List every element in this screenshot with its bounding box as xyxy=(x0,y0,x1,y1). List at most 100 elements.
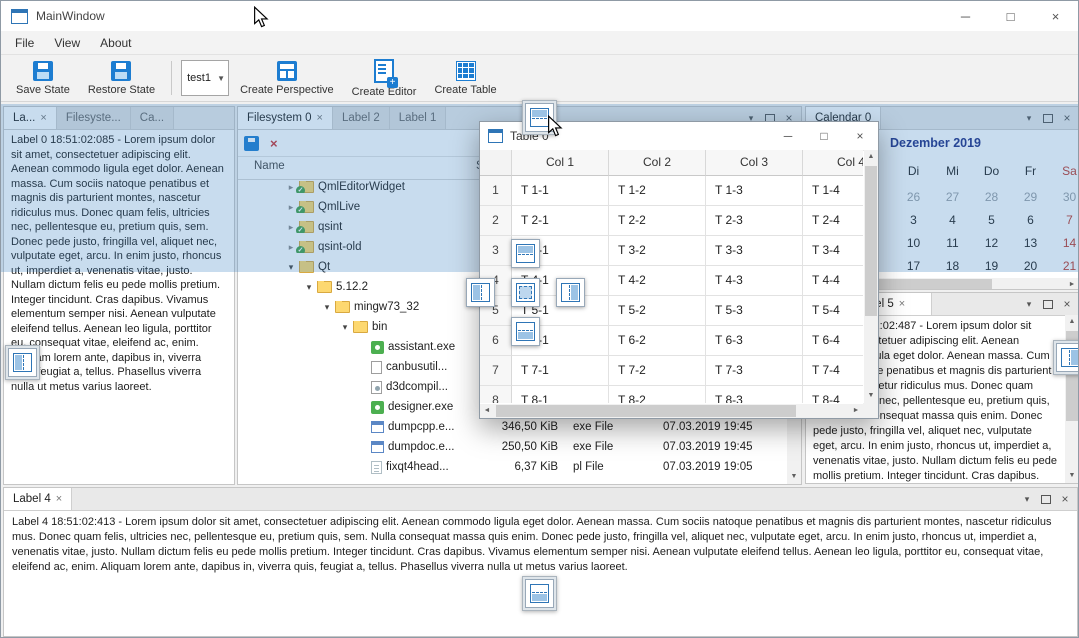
dock-close-icon[interactable]: × xyxy=(1061,297,1073,311)
table-column-header-col-1[interactable]: Col 1 xyxy=(512,150,609,176)
dock-float-icon[interactable] xyxy=(1040,492,1052,506)
drop-indicator-dock-bottom[interactable] xyxy=(511,317,540,346)
menu-file[interactable]: File xyxy=(5,33,44,53)
table-cell[interactable]: T 4-4 xyxy=(803,266,863,296)
drop-indicator-left-edge[interactable] xyxy=(5,345,40,380)
table-cell[interactable]: T 5-2 xyxy=(609,296,706,326)
close-button[interactable]: × xyxy=(1033,1,1078,31)
table-cell[interactable]: T 5-3 xyxy=(706,296,803,326)
tab-label-4[interactable]: Label 4 × xyxy=(4,488,72,510)
file-gray2-icon xyxy=(371,381,382,394)
table-cell[interactable]: T 1-1 xyxy=(512,176,609,206)
drop-indicator-dock-left[interactable] xyxy=(466,278,495,307)
expander-open-icon[interactable]: ▾ xyxy=(302,282,316,293)
table-cell[interactable]: T 2-1 xyxy=(512,206,609,236)
table-cell[interactable]: T 6-3 xyxy=(706,326,803,356)
table-cell[interactable]: T 3-4 xyxy=(803,236,863,266)
table-column-header-col-3[interactable]: Col 3 xyxy=(706,150,803,176)
table-cell[interactable]: T 8-1 xyxy=(512,386,609,403)
scroll-down-icon[interactable]: ▼ xyxy=(787,470,801,484)
scroll-down-icon[interactable]: ▼ xyxy=(1065,469,1079,483)
table-cell[interactable]: T 1-3 xyxy=(706,176,803,206)
scroll-up-icon[interactable]: ▲ xyxy=(1065,315,1079,329)
dock-float-icon[interactable] xyxy=(1042,297,1054,311)
table-column-header-col-2[interactable]: Col 2 xyxy=(609,150,706,176)
table-vscrollbar[interactable]: ▲ ▼ xyxy=(864,150,878,403)
scroll-right-icon[interactable]: ► xyxy=(849,404,863,418)
scroll-thumb[interactable] xyxy=(865,166,877,316)
table-cell[interactable]: T 8-3 xyxy=(706,386,803,403)
create-perspective-button[interactable]: Create Perspective xyxy=(233,59,341,98)
table-cell[interactable]: T 3-2 xyxy=(609,236,706,266)
table-cell[interactable]: T 2-2 xyxy=(609,206,706,236)
tab-close-icon[interactable]: × xyxy=(899,298,905,310)
table-cell[interactable]: T 7-1 xyxy=(512,356,609,386)
table-cell[interactable]: T 2-3 xyxy=(706,206,803,236)
table-cell[interactable]: T 1-4 xyxy=(803,176,863,206)
table-cell[interactable]: T 7-2 xyxy=(609,356,706,386)
table-hscrollbar[interactable]: ◄ ► xyxy=(480,404,863,418)
perspective-combobox[interactable]: test1 ▼ xyxy=(181,60,229,96)
table-row-header[interactable]: 6 xyxy=(480,326,512,356)
dock-menu-icon[interactable]: ▾ xyxy=(1023,297,1035,311)
table-cell[interactable]: T 1-2 xyxy=(609,176,706,206)
drop-indicator-bottom-edge[interactable] xyxy=(522,576,557,611)
toolbar-separator xyxy=(171,61,172,95)
menu-about[interactable]: About xyxy=(90,33,141,53)
table-cell[interactable]: T 4-3 xyxy=(706,266,803,296)
table-header-row: Col 1Col 2Col 3Col 4 xyxy=(480,150,863,176)
expander-open-icon[interactable]: ▾ xyxy=(338,322,352,333)
table-row: 8T 8-1T 8-2T 8-3T 8-4 xyxy=(480,386,863,403)
scroll-up-icon[interactable]: ▲ xyxy=(864,150,878,164)
save-state-button[interactable]: Save State xyxy=(9,59,77,98)
table-row-header[interactable]: 1 xyxy=(480,176,512,206)
create-editor-button[interactable]: Create Editor xyxy=(345,57,424,100)
scroll-right-icon[interactable]: ► xyxy=(1065,278,1079,290)
app-blue-icon xyxy=(371,421,384,433)
table-cell[interactable]: T 4-2 xyxy=(609,266,706,296)
table-cell[interactable]: T 8-4 xyxy=(803,386,863,403)
drop-indicator-dock-top[interactable] xyxy=(511,239,540,268)
minimize-button[interactable]: ─ xyxy=(943,1,988,31)
table-cell[interactable]: T 2-4 xyxy=(803,206,863,236)
folder-icon xyxy=(335,301,350,313)
label4-text: Label 4 18:51:02:413 - Lorem ipsum dolor… xyxy=(4,511,1077,579)
drop-indicator-right-edge[interactable] xyxy=(1053,340,1079,375)
dock-area-label4: Label 4 × ▾ × Label 4 18:51:02:413 - Lor… xyxy=(3,487,1078,637)
table-column-header-col-4[interactable]: Col 4 xyxy=(803,150,863,176)
tab-close-icon[interactable]: × xyxy=(56,493,62,505)
expander-open-icon[interactable]: ▾ xyxy=(320,302,334,313)
table-cell[interactable]: T 7-4 xyxy=(803,356,863,386)
menu-view[interactable]: View xyxy=(44,33,90,53)
table-cell[interactable]: T 3-3 xyxy=(706,236,803,266)
table-cell[interactable]: T 6-2 xyxy=(609,326,706,356)
table-row-header[interactable]: 2 xyxy=(480,206,512,236)
table-cell[interactable]: T 6-4 xyxy=(803,326,863,356)
table-row: 7T 7-1T 7-2T 7-3T 7-4 xyxy=(480,356,863,386)
window-title: MainWindow xyxy=(36,9,105,23)
dock-close-icon[interactable]: × xyxy=(1059,492,1071,506)
dock-menu-icon[interactable]: ▾ xyxy=(1021,492,1033,506)
scroll-down-icon[interactable]: ▼ xyxy=(864,389,878,403)
file-gray-icon xyxy=(371,361,382,374)
close-button[interactable]: × xyxy=(842,122,878,150)
restore-state-button[interactable]: Restore State xyxy=(81,59,162,98)
minimize-button[interactable]: ─ xyxy=(770,122,806,150)
create-table-button[interactable]: Create Table xyxy=(427,59,503,98)
scroll-thumb[interactable] xyxy=(496,405,796,417)
table-cell[interactable]: T 8-2 xyxy=(609,386,706,403)
drop-indicator-dock-right[interactable] xyxy=(556,278,585,307)
tree-row-dumpcpp-e[interactable]: dumpcpp.e...346,50 KiBexe File07.03.2019… xyxy=(238,417,787,437)
main-window: MainWindow ─ □ × FileViewAbout Save Stat… xyxy=(0,0,1079,638)
scroll-left-icon[interactable]: ◄ xyxy=(480,404,494,418)
table-cell[interactable]: T 7-3 xyxy=(706,356,803,386)
maximize-button[interactable]: □ xyxy=(988,1,1033,31)
tree-row-fixqt4head[interactable]: fixqt4head...6,37 KiBpl File07.03.2019 1… xyxy=(238,457,787,477)
table-cell[interactable]: T 5-4 xyxy=(803,296,863,326)
tree-row-dumpdoc-e[interactable]: dumpdoc.e...250,50 KiBexe File07.03.2019… xyxy=(238,437,787,457)
table-row-header[interactable]: 8 xyxy=(480,386,512,403)
table-row-header[interactable]: 7 xyxy=(480,356,512,386)
maximize-button[interactable]: □ xyxy=(806,122,842,150)
drop-indicator-dock-center[interactable] xyxy=(511,278,540,307)
table-row-header[interactable]: 3 xyxy=(480,236,512,266)
